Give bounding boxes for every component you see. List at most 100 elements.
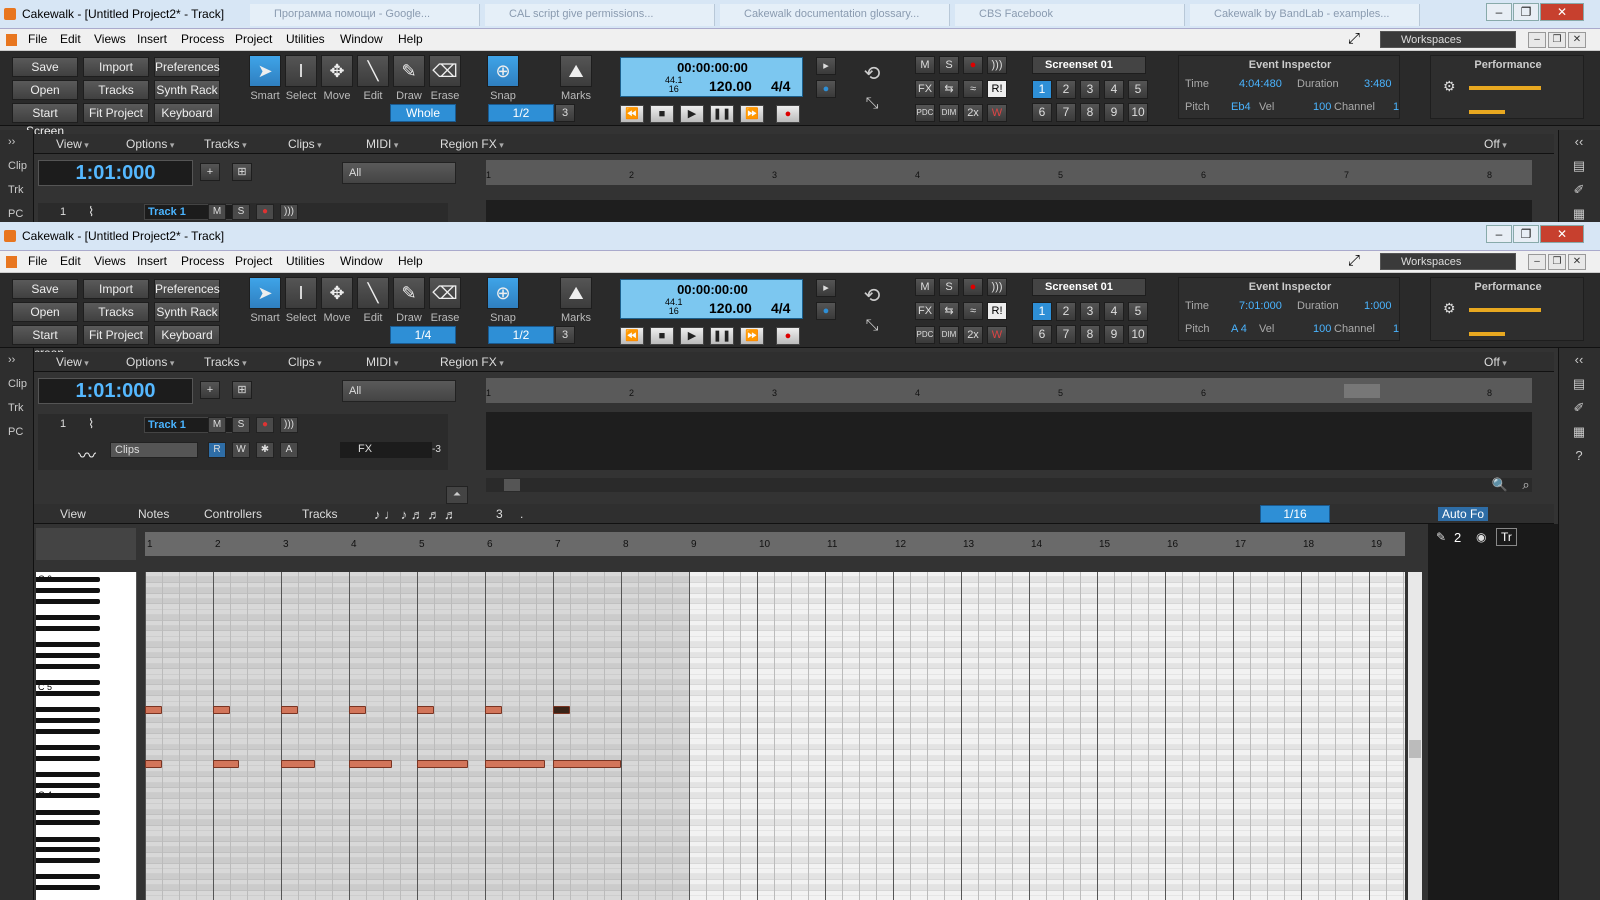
menu-midi[interactable]: MIDI — [366, 137, 398, 151]
collapse-icon-2[interactable]: ‹‹ — [1569, 352, 1589, 367]
expand-arrows-icon[interactable]: ›› — [8, 136, 15, 148]
pdc-icon[interactable]: PDC — [915, 104, 935, 122]
menu-edit-2[interactable]: Edit — [60, 254, 81, 268]
play-icon-2[interactable]: ▶ — [680, 327, 704, 345]
midi-note[interactable] — [213, 760, 239, 768]
record-mode-icon-2[interactable]: ● — [816, 302, 836, 320]
marks-icon[interactable]: ⛰ — [560, 55, 592, 87]
menu-insert[interactable]: Insert — [137, 32, 167, 46]
brush-icon-2[interactable]: ✐ — [1569, 400, 1589, 416]
palette-icon[interactable]: ◉ — [1476, 530, 1486, 544]
midi-note[interactable] — [485, 706, 502, 714]
track-mute-button[interactable]: M — [208, 204, 226, 220]
menu-utilities-2[interactable]: Utilities — [286, 254, 325, 268]
black-key[interactable] — [36, 847, 100, 853]
vel-value[interactable]: 100 — [1313, 101, 1331, 113]
midi-note[interactable] — [417, 706, 434, 714]
dock-pc[interactable]: PC — [8, 208, 23, 220]
filter-dropdown[interactable]: All — [342, 162, 456, 184]
input-monitor-icon-2[interactable]: ⇆ — [939, 302, 959, 320]
panic-icon-2[interactable]: W — [987, 326, 1007, 344]
midi-note[interactable] — [213, 706, 230, 714]
track-area-2[interactable] — [486, 412, 1532, 470]
read-all-icon-2[interactable]: R! — [987, 302, 1007, 320]
minimize-icon-2[interactable]: – — [1486, 225, 1512, 243]
write-automation-button[interactable]: W — [232, 442, 250, 458]
panic-icon[interactable]: W — [987, 104, 1007, 122]
expand-icon-2[interactable]: ⤢ — [1348, 252, 1360, 269]
menu-utilities[interactable]: Utilities — [286, 32, 325, 46]
input-echo-button[interactable]: ✱ — [256, 442, 274, 458]
track-mute-button-2[interactable]: M — [208, 417, 226, 433]
track-row-1[interactable]: 1 ⌇ Track 1 M S ● ))) — [38, 203, 448, 222]
black-key[interactable] — [36, 707, 100, 712]
duplicate-icon-2[interactable]: ⊞ — [232, 381, 252, 399]
black-key[interactable] — [36, 588, 100, 594]
black-key[interactable] — [36, 680, 100, 685]
echo-all-icon-2[interactable]: ))) — [987, 278, 1007, 296]
screenset-10-b[interactable]: 10 — [1128, 325, 1148, 344]
black-key[interactable] — [36, 836, 100, 842]
browser-icon[interactable]: ▤ — [1569, 158, 1589, 174]
2x-icon-2[interactable]: 2x — [963, 326, 983, 344]
close-icon[interactable]: ✕ — [1540, 3, 1584, 21]
save-button[interactable]: Save — [12, 57, 78, 77]
edit-tool-icon[interactable]: ╲ — [357, 55, 389, 87]
menu-views-2[interactable]: Views — [94, 254, 126, 268]
menu-clips-2[interactable]: Clips — [288, 355, 322, 369]
menu-file[interactable]: File — [28, 32, 47, 46]
black-key[interactable] — [36, 728, 100, 734]
archive-button[interactable]: A — [280, 442, 298, 458]
menu-window[interactable]: Window — [340, 32, 383, 46]
black-key[interactable] — [36, 653, 100, 658]
menu-view-2[interactable]: View — [56, 355, 89, 369]
fx-bypass-icon[interactable]: FX — [915, 80, 935, 98]
start-screen-button-2[interactable]: Start Screen — [12, 325, 78, 360]
screenset-dropdown[interactable]: Screenset 01 — [1032, 56, 1146, 74]
menu-insert-2[interactable]: Insert — [137, 254, 167, 268]
black-key[interactable] — [36, 782, 100, 788]
black-key[interactable] — [36, 885, 100, 891]
midi-note[interactable] — [553, 760, 621, 768]
workspaces-dropdown-2[interactable]: Workspaces — [1380, 253, 1516, 270]
keyboard-button[interactable]: Keyboard — [154, 103, 220, 123]
read-automation-button[interactable]: R — [208, 442, 226, 458]
brush-icon[interactable]: ✐ — [1569, 182, 1589, 198]
menu-help-2[interactable]: Help — [398, 254, 423, 268]
maximize-icon[interactable]: ❐ — [1513, 3, 1539, 21]
midi-note[interactable] — [485, 760, 545, 768]
fx-bin[interactable]: FX — [340, 442, 432, 458]
move-tool-icon-2[interactable]: ✥ — [321, 277, 353, 309]
track-solo-button-2[interactable]: S — [232, 417, 250, 433]
screenset-6[interactable]: 6 — [1032, 103, 1052, 122]
midi-note[interactable] — [349, 760, 392, 768]
add-track-icon-2[interactable]: + — [200, 381, 220, 399]
collapse-icon[interactable]: ‹‹ — [1569, 134, 1589, 149]
pause-icon-2[interactable]: ❚❚ — [710, 327, 734, 345]
fit-project-button[interactable]: Fit Project — [83, 103, 149, 123]
import-button-2[interactable]: Import — [83, 279, 149, 299]
pitch-value[interactable]: Eb4 — [1231, 101, 1251, 113]
transport-menu-icon[interactable]: ▸ — [816, 57, 836, 75]
menu-options[interactable]: Options — [126, 137, 174, 151]
pr-menu-view[interactable]: View — [60, 507, 86, 521]
pause-icon[interactable]: ❚❚ — [710, 105, 734, 123]
open-button-2[interactable]: Open — [12, 302, 78, 322]
screenset-6-b[interactable]: 6 — [1032, 325, 1052, 344]
import-button[interactable]: Import — [83, 57, 149, 77]
menu-file-2[interactable]: File — [28, 254, 47, 268]
smart-tool-icon[interactable]: ➤ — [249, 55, 281, 87]
screenset-7-b[interactable]: 7 — [1056, 325, 1076, 344]
note-durations-icon[interactable]: ♪ ♩ ♪ ♬ ♬ ♬ — [374, 507, 457, 522]
arm-all-icon-2[interactable]: ● — [963, 278, 983, 296]
2x-icon[interactable]: 2x — [963, 104, 983, 122]
midi-note[interactable] — [281, 706, 298, 714]
midi-note[interactable] — [349, 706, 366, 714]
close-icon-2[interactable]: ✕ — [1540, 225, 1584, 243]
time-value-2[interactable]: 7:01:000 — [1239, 300, 1282, 312]
midi-note[interactable] — [145, 760, 162, 768]
tracks-button[interactable]: Tracks — [83, 80, 149, 100]
menu-options-2[interactable]: Options — [126, 355, 174, 369]
keyboard-button-2[interactable]: Keyboard — [154, 325, 220, 345]
pdc-icon-2[interactable]: PDC — [915, 326, 935, 344]
